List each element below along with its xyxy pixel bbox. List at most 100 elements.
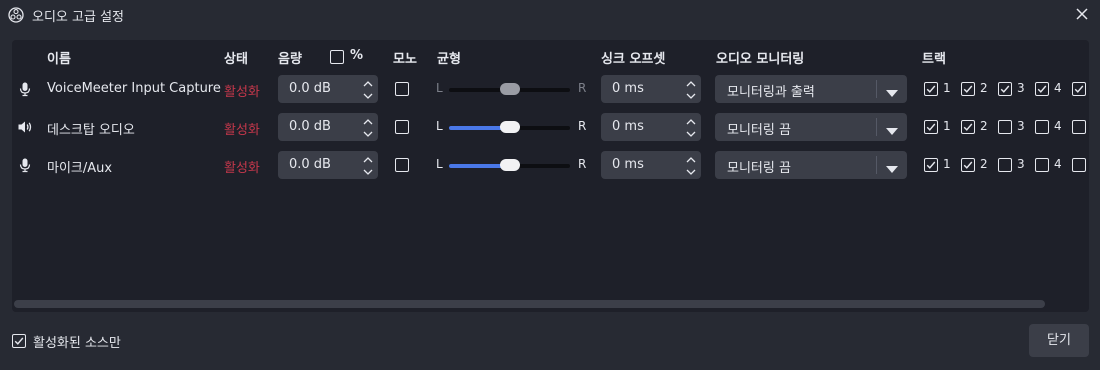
obs-logo-icon xyxy=(8,7,24,23)
chevron-up-icon[interactable] xyxy=(685,116,697,126)
header-balance: 균형 xyxy=(437,52,461,67)
status-toggle[interactable]: 활성화 xyxy=(224,119,260,138)
dropdown-arrow-icon xyxy=(886,162,898,173)
balance-left-label: L xyxy=(436,157,443,171)
balance-handle[interactable] xyxy=(499,159,520,171)
balance-right-label: R xyxy=(578,157,587,171)
balance-handle[interactable] xyxy=(499,121,520,133)
header-monitoring: 오디오 모니터링 xyxy=(716,52,805,67)
track-label: 4 xyxy=(1054,157,1062,171)
close-icon[interactable] xyxy=(1074,6,1090,22)
volume-spinbox[interactable]: 0.0 dB xyxy=(278,75,378,103)
chevron-down-icon[interactable] xyxy=(685,166,697,176)
monitoring-dropdown[interactable]: 모니터링과 출력 xyxy=(715,75,907,103)
track-checkbox-1[interactable] xyxy=(924,120,938,134)
dropdown-separator xyxy=(876,118,877,136)
header-sync-offset: 싱크 오프셋 xyxy=(601,52,666,67)
sync-offset-spinbox[interactable]: 0 ms xyxy=(601,113,701,141)
active-sources-only-label: 활성화된 소스만 xyxy=(33,336,121,351)
track-label: 3 xyxy=(1017,81,1025,95)
track-label: 3 xyxy=(1017,157,1025,171)
chevron-down-icon[interactable] xyxy=(685,90,697,100)
balance-slider[interactable] xyxy=(449,83,570,95)
balance-right-label: R xyxy=(578,119,587,133)
track-checkbox-3[interactable] xyxy=(998,158,1012,172)
header-tracks: 트랙 xyxy=(922,52,946,67)
track-checkbox-5[interactable] xyxy=(1072,158,1086,172)
track-label: 4 xyxy=(1054,81,1062,95)
track-checkbox-3[interactable] xyxy=(998,82,1012,96)
status-toggle[interactable]: 활성화 xyxy=(224,81,260,100)
track-label: 2 xyxy=(980,81,988,95)
chevron-up-icon[interactable] xyxy=(362,78,374,88)
chevron-up-icon[interactable] xyxy=(362,154,374,164)
track-checkbox-2[interactable] xyxy=(961,120,975,134)
sync-offset-value: 0 ms xyxy=(612,119,644,134)
monitoring-value: 모니터링 끔 xyxy=(727,123,791,138)
track-label: 3 xyxy=(1017,119,1025,133)
sync-offset-spinbox[interactable]: 0 ms xyxy=(601,75,701,103)
chevron-up-icon[interactable] xyxy=(362,116,374,126)
balance-slider[interactable] xyxy=(449,159,570,171)
track-label: 4 xyxy=(1054,119,1062,133)
volume-spinbox[interactable]: 0.0 dB xyxy=(278,151,378,179)
dropdown-separator xyxy=(876,80,877,98)
mono-checkbox[interactable] xyxy=(395,158,409,172)
active-sources-only-checkbox[interactable] xyxy=(12,334,26,348)
monitoring-value: 모니터링 끔 xyxy=(727,161,791,176)
monitoring-dropdown[interactable]: 모니터링 끔 xyxy=(715,113,907,141)
track-checkbox-4[interactable] xyxy=(1035,120,1049,134)
source-name: 데스크탑 오디오 xyxy=(47,123,135,138)
volume-value: 0.0 dB xyxy=(289,157,331,172)
sync-offset-value: 0 ms xyxy=(612,81,644,96)
source-row: 데스크탑 오디오활성화0.0 dBLR0 ms모니터링 끔12345 xyxy=(12,111,1089,143)
dropdown-arrow-icon xyxy=(886,124,898,135)
source-name: VoiceMeeter Input Capture xyxy=(47,81,221,96)
track-checkbox-2[interactable] xyxy=(961,158,975,172)
track-checkbox-4[interactable] xyxy=(1035,158,1049,172)
track-checkbox-3[interactable] xyxy=(998,120,1012,134)
chevron-up-icon[interactable] xyxy=(685,78,697,88)
chevron-up-icon[interactable] xyxy=(685,154,697,164)
volume-percent-checkbox[interactable] xyxy=(330,50,344,64)
volume-value: 0.0 dB xyxy=(289,81,331,96)
balance-left-label: L xyxy=(436,119,443,133)
track-label: 2 xyxy=(980,119,988,133)
status-toggle[interactable]: 활성화 xyxy=(224,157,260,176)
audio-sources-table: 이름 상태 음량 % 모노 균형 싱크 오프셋 오디오 모니터링 트랙 Voic… xyxy=(12,40,1089,312)
sync-offset-value: 0 ms xyxy=(612,157,644,172)
header-status: 상태 xyxy=(224,52,248,67)
track-checkbox-1[interactable] xyxy=(924,82,938,96)
sync-offset-spinbox[interactable]: 0 ms xyxy=(601,151,701,179)
close-button[interactable]: 닫기 xyxy=(1029,324,1089,357)
chevron-down-icon[interactable] xyxy=(362,166,374,176)
source-name: 마이크/Aux xyxy=(47,161,113,176)
mono-checkbox[interactable] xyxy=(395,120,409,134)
balance-handle[interactable] xyxy=(499,83,520,95)
header-name: 이름 xyxy=(47,52,71,67)
horizontal-scrollbar[interactable] xyxy=(14,300,1045,308)
dropdown-separator xyxy=(876,156,877,174)
mono-checkbox[interactable] xyxy=(395,82,409,96)
chevron-down-icon[interactable] xyxy=(362,90,374,100)
chevron-down-icon[interactable] xyxy=(362,128,374,138)
microphone-icon xyxy=(17,81,33,97)
track-checkbox-5[interactable] xyxy=(1072,82,1086,96)
track-checkbox-2[interactable] xyxy=(961,82,975,96)
speaker-icon xyxy=(17,119,33,135)
title-bar: 오디오 고급 설정 xyxy=(0,0,1100,30)
track-label: 1 xyxy=(943,81,951,95)
track-checkbox-5[interactable] xyxy=(1072,120,1086,134)
balance-slider[interactable] xyxy=(449,121,570,133)
window-title: 오디오 고급 설정 xyxy=(32,10,124,25)
volume-spinbox[interactable]: 0.0 dB xyxy=(278,113,378,141)
microphone-icon xyxy=(17,157,33,173)
header-mono: 모노 xyxy=(393,52,417,67)
monitoring-value: 모니터링과 출력 xyxy=(727,85,815,100)
monitoring-dropdown[interactable]: 모니터링 끔 xyxy=(715,151,907,179)
header-volume: 음량 xyxy=(278,52,302,67)
chevron-down-icon[interactable] xyxy=(685,128,697,138)
track-checkbox-4[interactable] xyxy=(1035,82,1049,96)
track-checkbox-1[interactable] xyxy=(924,158,938,172)
track-label: 1 xyxy=(943,157,951,171)
